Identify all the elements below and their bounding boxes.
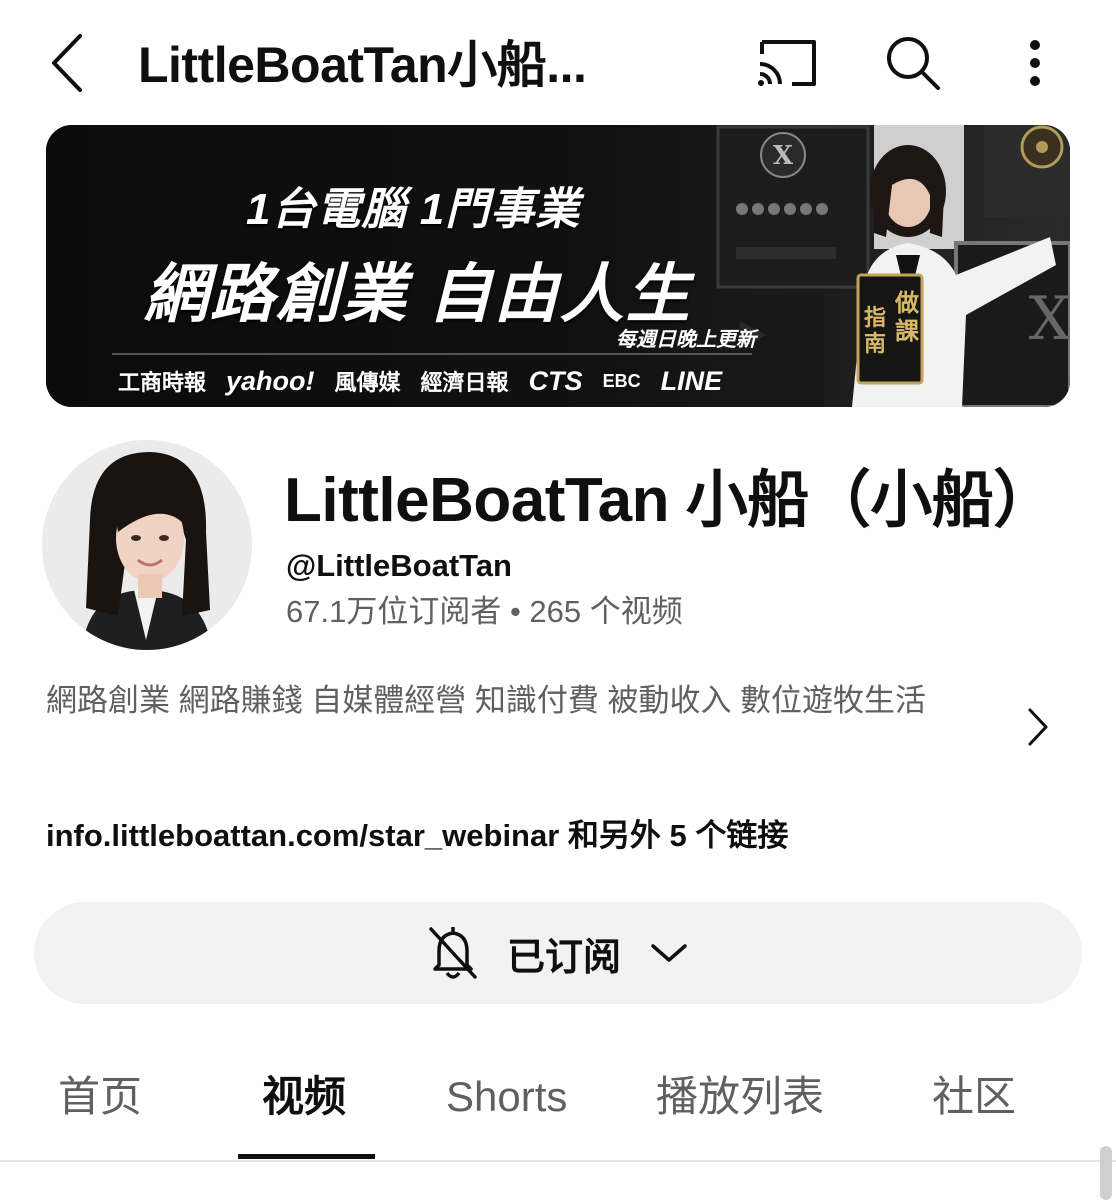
channel-banner[interactable]: X X 做 課 指 南 1台電腦 1門事業 網路創業 自由人生 每週日晚上更新 …	[46, 125, 1070, 407]
media-logo: 風傳媒	[334, 370, 401, 395]
channel-stats: 67.1万位订阅者 • 265 个视频	[286, 594, 683, 629]
media-logo: CTS	[528, 365, 583, 396]
channel-description[interactable]: 網路創業 網路賺錢 自媒體經營 知識付費 被動收入 數位遊牧生活	[46, 676, 1006, 726]
channel-handle: @LittleBoatTan	[286, 548, 512, 583]
media-logo: yahoo!	[226, 365, 315, 396]
tabs-divider	[0, 1160, 1116, 1162]
back-button[interactable]	[40, 28, 96, 98]
channel-avatar[interactable]	[42, 440, 252, 650]
svg-text:X: X	[1029, 284, 1070, 354]
tab-shorts[interactable]: Shorts	[446, 1062, 567, 1132]
search-icon	[887, 37, 940, 90]
banner-divider	[112, 353, 752, 355]
cast-icon	[758, 40, 816, 86]
banner-media-logos: 工商時報 yahoo! 風傳媒 經濟日報 CTS EBC LINE	[118, 363, 722, 399]
banner-schedule: 每週日晚上更新	[616, 329, 756, 351]
search-button[interactable]	[880, 30, 946, 96]
tab-playlists[interactable]: 播放列表	[656, 1062, 824, 1132]
svg-text:指: 指	[864, 306, 886, 331]
media-logo: 工商時報	[118, 370, 207, 395]
chevron-right-icon	[1028, 708, 1048, 746]
chevron-down-icon	[651, 944, 687, 962]
notifications-off-icon	[429, 927, 477, 979]
more-vertical-icon	[1030, 40, 1040, 86]
svg-text:南: 南	[864, 332, 886, 357]
media-logo: EBC	[602, 370, 641, 391]
tab-community[interactable]: 社区	[932, 1062, 1016, 1132]
svg-text:課: 課	[895, 317, 920, 345]
banner-headline-1: 1台電腦 1門事業	[246, 185, 581, 234]
cast-button[interactable]	[752, 34, 822, 94]
svg-text:做: 做	[894, 289, 919, 317]
banner-headline-2: 網路創業 自由人生	[144, 258, 692, 330]
subscribed-label: 已订阅	[506, 936, 621, 979]
chevron-left-icon	[52, 34, 82, 92]
description-expand-button[interactable]	[1016, 702, 1056, 752]
media-logo: LINE	[660, 365, 723, 396]
channel-links[interactable]: info.littleboattan.com/star_webinar 和另外 …	[46, 812, 788, 860]
media-logo: 經濟日報	[420, 370, 509, 395]
subscribed-button[interactable]: 已订阅	[34, 902, 1082, 1004]
tab-videos[interactable]: 视频	[262, 1062, 346, 1132]
more-options-button[interactable]	[1012, 30, 1058, 96]
active-tab-indicator	[238, 1154, 375, 1159]
channel-name: LittleBoatTan 小船（小船）	[284, 466, 1055, 535]
tab-home[interactable]: 首页	[58, 1062, 142, 1132]
svg-text:X: X	[773, 141, 794, 171]
avatar-portrait	[42, 440, 252, 650]
page-title: LittleBoatTan小船...	[138, 37, 587, 93]
scrollbar[interactable]	[1100, 1146, 1112, 1200]
